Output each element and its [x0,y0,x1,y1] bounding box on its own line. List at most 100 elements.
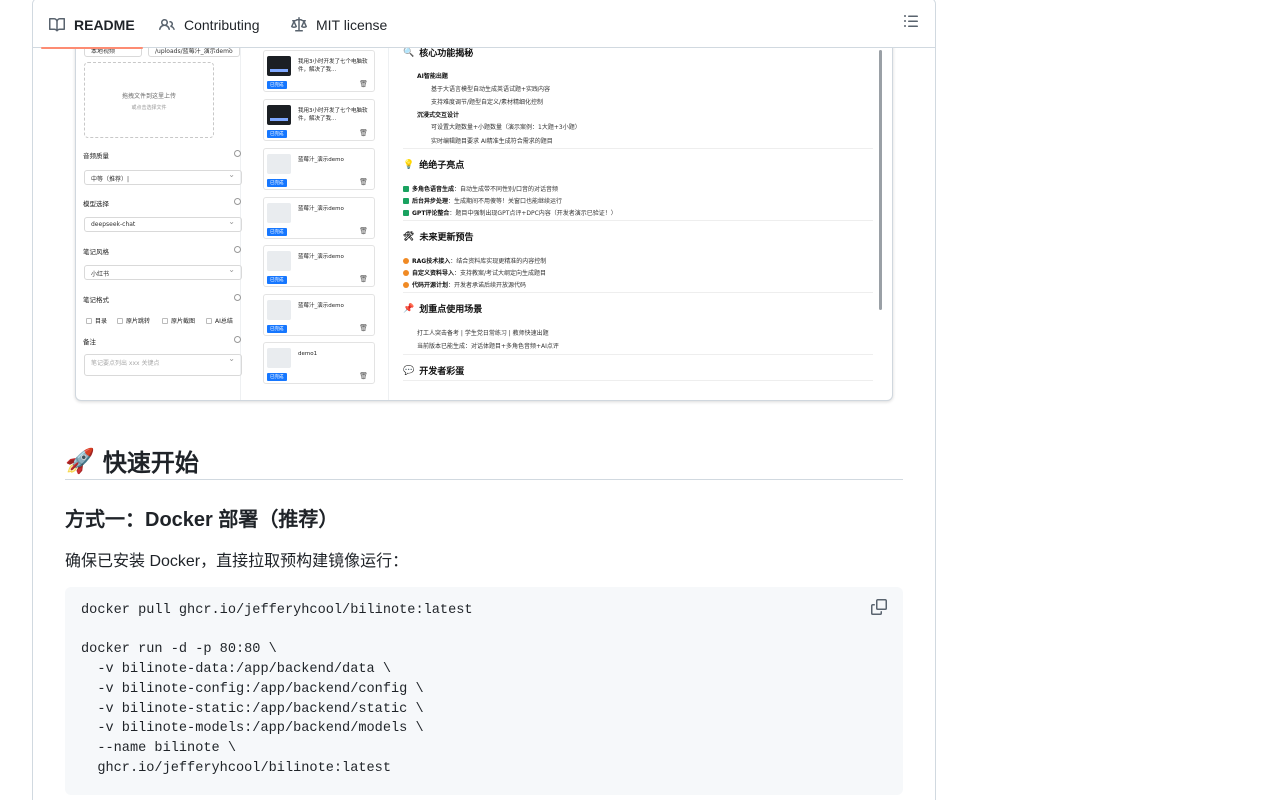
status-badge: 已完成 [267,325,287,333]
pushpin-icon: 📌 [403,303,415,314]
tab-readme[interactable]: README [41,1,143,49]
content-line: GPT评论整合：题目中强制出现GPT点评+DPC内容（开发者演示已验证！） [403,208,617,217]
content-line: 基于大语言模型自动生成英语试题+实践内容 [431,86,551,93]
tab-mit-license[interactable]: MIT license [291,1,387,48]
image-placeholder-icon [267,300,291,320]
trash-icon: 🗑 [359,129,368,137]
image-placeholder-icon [267,154,291,174]
content-line: 打工人突击备考 | 学生党日常练习 | 教师快速出题 [417,330,549,337]
status-badge: 已完成 [267,228,287,236]
status-badge: 已完成 [267,276,287,284]
book-icon [49,17,65,31]
trash-icon: 🗑 [359,80,368,88]
note-title: 蓝莓汁_演示demo [298,254,344,260]
upload-dropzone: 拖拽文件到这里上传 或点击选择文件 [84,62,214,138]
content-line: RAG技术接入：结合资料库实现更精准的内容控制 [403,256,546,265]
format-option: AI总结 [206,316,233,325]
fire-icon [403,270,409,276]
content-line: 当前版本已能生成：对话体题目+多角色音频+AI点评 [417,343,559,350]
format-option: 原片跳转 [117,316,150,325]
format-label: 笔记格式 [83,296,109,304]
copy-icon [871,599,887,615]
info-icon [234,246,241,253]
readme-tabbar: README Contributing MIT license [33,0,935,49]
quality-label: 音频质量 [83,152,109,160]
status-badge: 已完成 [267,81,287,89]
info-icon [234,150,241,157]
model-label: 模型选择 [83,200,109,208]
tools-icon: 🛠 [403,231,415,242]
trash-icon: 🗑 [359,275,368,283]
code-block: docker pull ghcr.io/jefferyhcool/bilinot… [65,587,903,795]
divider [403,380,873,381]
check-icon [403,198,409,204]
embedded-screenshot: 本地视频 /uploads/蓝莓汁_演示demo 拖拽文件到这里上传 或点击选择… [75,19,893,401]
code-content[interactable]: docker pull ghcr.io/jefferyhcool/bilinot… [81,601,887,778]
status-badge: 已完成 [267,179,287,187]
image-placeholder-icon [267,203,291,223]
info-icon [234,336,241,343]
law-icon [291,16,307,31]
heading-docker-deploy: 方式一：Docker 部署（推荐） [65,509,339,531]
note-card: 蓝莓汁_演示demo 已完成 🗑 [263,245,375,287]
divider [403,292,873,293]
style-select: 小红书 [84,265,242,280]
quality-select: 中等（推荐）| [84,170,242,185]
heading-quick-start: 🚀 快速开始 [65,442,903,480]
trash-icon: 🗑 [359,178,368,186]
info-icon [234,294,241,301]
note-card: 蓝莓汁_演示demo 已完成 🗑 [263,148,375,190]
lightbulb-icon: 💡 [403,159,415,170]
trash-icon: 🗑 [359,372,368,380]
fire-icon [403,282,409,288]
video-thumbnail [267,56,291,76]
heading-quick-start-text: 快速开始 [102,450,199,477]
note-title: 蓝莓汁_演示demo [298,206,344,212]
speech-bubble-icon: 💬 [403,365,415,376]
magnifier-icon: 🔍 [403,47,415,58]
note-title: 蓝莓汁_演示demo [298,157,344,163]
note-title: demo1 [298,351,318,357]
section-heading: 💬 开发者彩蛋 [403,365,465,378]
divider [403,148,873,149]
section-heading: 🛠 未来更新预告 [403,231,474,244]
content-line: 支持难度调节/题型自定义/素材精细化控制 [431,99,544,106]
tab-mit-license-label: MIT license [316,16,388,33]
content-line: 代码开源计划：开发者承诺后续开放源代码 [403,280,526,289]
image-placeholder-icon [267,251,291,271]
check-icon [403,210,409,216]
note-title: 我用3小时开发了七个电脑软件，解决了我... [298,108,368,122]
format-option: 目录 [86,316,107,325]
rocket-icon: 🚀 [65,446,95,475]
note-card: 蓝莓汁_演示demo 已完成 🗑 [263,197,375,239]
note-card: 我用3小时开发了七个电脑软件，解决了我... 已完成 🗑 [263,99,375,141]
check-icon [403,186,409,192]
scrollbar [879,50,882,310]
paragraph-docker-intro: 确保已安装 Docker，直接拉取预构建镜像运行： [65,553,409,570]
settings-column: 本地视频 /uploads/蓝莓汁_演示demo 拖拽文件到这里上传 或点击选择… [76,20,242,400]
outline-list-icon [904,15,918,27]
status-badge: 已完成 [267,130,287,138]
tab-contributing[interactable]: Contributing [159,1,260,48]
outline-button[interactable] [903,13,919,29]
content-line: 可设置大题数量+小题数量（演示案例：1大题+3小题） [431,124,581,131]
readme-panel: README Contributing MIT license 本地视频 /up… [32,0,936,800]
trash-icon: 🗑 [359,227,368,235]
format-option: 原片截图 [162,316,195,325]
copy-button[interactable] [871,599,889,617]
note-title: 蓝莓汁_演示demo [298,303,344,309]
remark-label: 备注 [83,338,96,346]
content-line: 沉浸式交互设计 [417,112,460,119]
notes-list-column: 我用3小时开发了七个电脑软件，解决了我... 已完成 🗑 我用3小时开发了七个电… [251,20,389,400]
divider [403,220,873,221]
upload-subtitle: 或点击选择文件 [131,105,167,111]
tab-contributing-label: Contributing [184,16,260,33]
content-line: AI智能出题 [417,73,448,80]
remark-input: 笔记要点列出 xxx 关键点 [84,354,242,376]
tab-readme-label: README [74,16,135,33]
trash-icon: 🗑 [359,324,368,332]
content-line: 后台异步处理：生成期间不用傻等！关窗口也能继续运行 [403,196,562,205]
note-card: 蓝莓汁_演示demo 已完成 🗑 [263,294,375,336]
style-label: 笔记风格 [83,248,109,256]
content-line: 多角色语音生成：自动生成带不同性别/口音的对话音频 [403,184,558,193]
